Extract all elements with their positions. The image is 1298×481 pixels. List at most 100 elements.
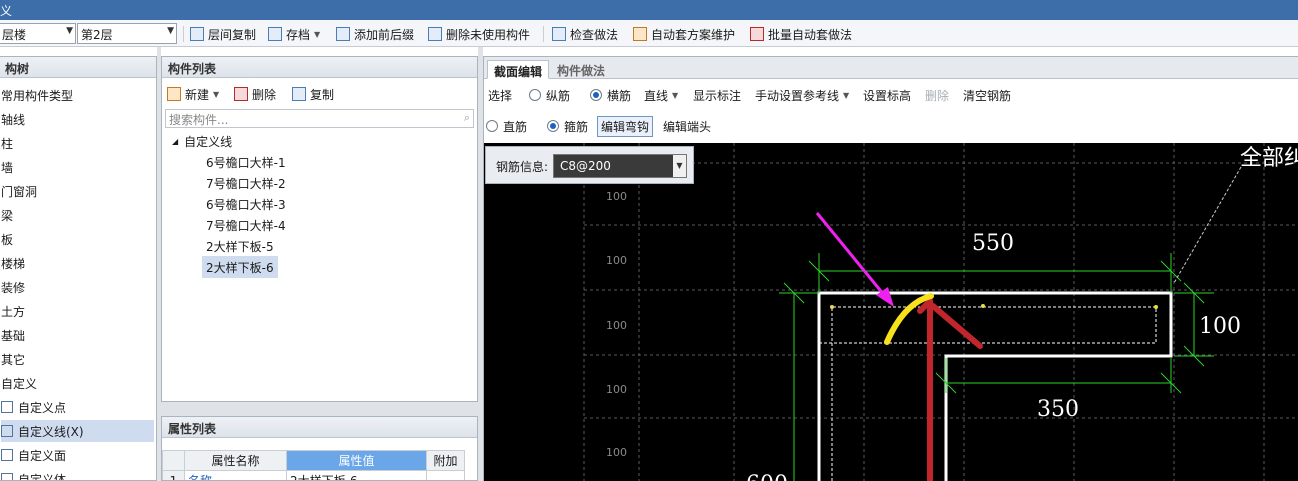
delete-rebar-label: 删除 [925,88,950,103]
list-item-label: 6号檐口大样-3 [206,197,286,212]
list-item[interactable]: 2大样下板-5 [202,235,278,257]
tree-item[interactable]: 自定义体 [1,468,154,480]
check-method-button[interactable]: 检查做法 [552,25,618,43]
floor-copy-button[interactable]: 层间复制 [190,25,256,43]
tree-item[interactable]: 自定义线(X) [1,420,154,442]
line-type-dropdown[interactable]: 直线 ▼ [644,85,678,105]
drawing-svg[interactable]: 100 100 100 100 100 550 100 350 全部纠 [484,143,1298,481]
manual-ref-label: 手动设置参考线 [755,88,840,103]
show-dims-label: 显示标注 [693,88,742,103]
delete-rebar-button[interactable]: 删除 [925,85,949,105]
tree-item[interactable]: 基础 [0,324,152,346]
radio-transverse[interactable]: 横筋 [590,85,631,105]
grip-point[interactable] [830,305,834,309]
batch-auto-button[interactable]: 批量自动套做法 [750,25,852,43]
copy-button[interactable]: 复制 [292,86,334,103]
delete-button[interactable]: 删除 [234,86,276,103]
tree-item[interactable]: 楼梯 [0,252,152,274]
tree-item[interactable]: 自定义面 [1,444,154,466]
prop-name-cell[interactable]: 名称 [184,470,287,480]
select-label: 选择 [488,88,513,103]
floor-copy-label: 层间复制 [208,27,257,42]
search-icon: ⌕ [463,111,470,124]
delete-unused-button[interactable]: 删除未使用构件 [428,25,530,43]
edit-end-button[interactable]: 编辑端头 [663,116,711,136]
tree-item[interactable]: 自定义点 [1,396,154,418]
tree-item-label: 自定义 [1,376,38,391]
list-item[interactable]: 6号檐口大样-3 [202,193,290,215]
grip-point[interactable] [1154,305,1158,309]
add-prefix-suffix-button[interactable]: 添加前后缀 [336,25,414,43]
tree-item[interactable]: 其它 [0,348,152,370]
group-node[interactable]: ◢ 自定义线 [172,130,232,152]
prop-extra-cell[interactable] [426,470,465,480]
splitter[interactable] [161,402,478,416]
radio-icon [529,89,541,101]
auto-scheme-label: 自动套方案维护 [651,27,736,42]
archive-button[interactable]: 存档 ▼ [268,25,320,43]
clear-rebar-button[interactable]: 清空钢筋 [963,85,1011,105]
radio-longitudinal[interactable]: 纵筋 [529,85,570,105]
edit-hook-button[interactable]: 编辑弯钩 [597,115,654,137]
tree-item[interactable]: 轴线 [0,108,152,130]
row-index: 1 [162,470,185,480]
tree-item[interactable]: 板 [0,228,152,250]
list-item-label: 2大样下板-6 [206,260,274,275]
grid-label: 100 [606,446,627,459]
tree-item-label: 基础 [1,328,26,343]
manual-ref-dropdown[interactable]: 手动设置参考线 ▼ [755,85,849,105]
tree-item-label: 柱 [1,136,14,151]
tree-item[interactable]: 墙 [0,156,152,178]
tree-item[interactable]: 装修 [0,276,152,298]
building-select[interactable]: 层楼 ▼ [0,23,76,44]
rebar-info-select[interactable]: C8@200 ▼ [553,154,687,178]
new-button[interactable]: 新建 ▼ [167,86,219,103]
tree-item[interactable]: 梁 [0,204,152,226]
tree-item[interactable]: 土方 [0,300,152,322]
list-item[interactable]: 7号檐口大样-4 [202,214,290,236]
grip-point[interactable] [981,304,985,308]
prop-value-cell[interactable]: 2大样下板-6 [286,470,427,480]
show-dims-button[interactable]: 显示标注 [693,85,741,105]
list-item-label: 2大样下板-5 [206,239,274,254]
solid-icon [1,473,13,480]
auto-scheme-button[interactable]: 自动套方案维护 [633,25,735,43]
tab-section-edit[interactable]: 截面编辑 [487,60,550,79]
tree-item[interactable]: 柱 [0,132,152,154]
tree-item-label: 自定义面 [18,448,67,463]
radio-stirrup[interactable]: 箍筋 [547,116,588,136]
hook-rebar [930,303,983,349]
set-elevation-button[interactable]: 设置标高 [863,85,911,105]
tree-item-label: 板 [1,232,14,247]
tree-item[interactable]: 常用构件类型 [0,84,152,106]
tab-component-method[interactable]: 构件做法 [551,60,611,79]
toolbar-divider [543,26,544,42]
index-header [162,450,185,471]
list-item[interactable]: 7号檐口大样-2 [202,172,290,194]
chevron-down-icon: ▼ [672,90,679,100]
group-label: 自定义线 [184,134,233,149]
list-item-label: 7号檐口大样-4 [206,218,286,233]
grid-label: 100 [606,190,627,203]
list-item-label: 6号檐口大样-1 [206,155,286,170]
section-drawing-canvas[interactable]: 100 100 100 100 100 550 100 350 全部纠 [484,143,1298,481]
component-search-input[interactable]: 搜索构件... ⌕ [165,109,474,128]
title-bar: 义 [0,0,1298,20]
radio-straight[interactable]: 直筋 [486,116,527,136]
floor-select[interactable]: 第2层 ▼ [77,23,177,44]
table-row[interactable]: 1 名称 2大样下板-6 [162,470,465,480]
radio-checked-icon [547,120,559,132]
select-tool[interactable]: 选择 [488,85,512,105]
list-item[interactable]: 2大样下板-6 [202,256,278,278]
prop-extra-header: 附加 [426,450,465,471]
radio-icon [486,120,498,132]
tree-item-label: 装修 [1,280,26,295]
line-icon [1,425,13,437]
toolbar-divider [183,26,184,42]
list-item[interactable]: 6号檐口大样-1 [202,151,290,173]
scheme-icon [633,27,647,41]
edit-end-label: 编辑端头 [663,119,712,134]
tree-item[interactable]: 门窗洞 [0,180,152,202]
tree-item[interactable]: 自定义 [0,372,152,394]
radio-transverse-label: 横筋 [607,88,632,103]
